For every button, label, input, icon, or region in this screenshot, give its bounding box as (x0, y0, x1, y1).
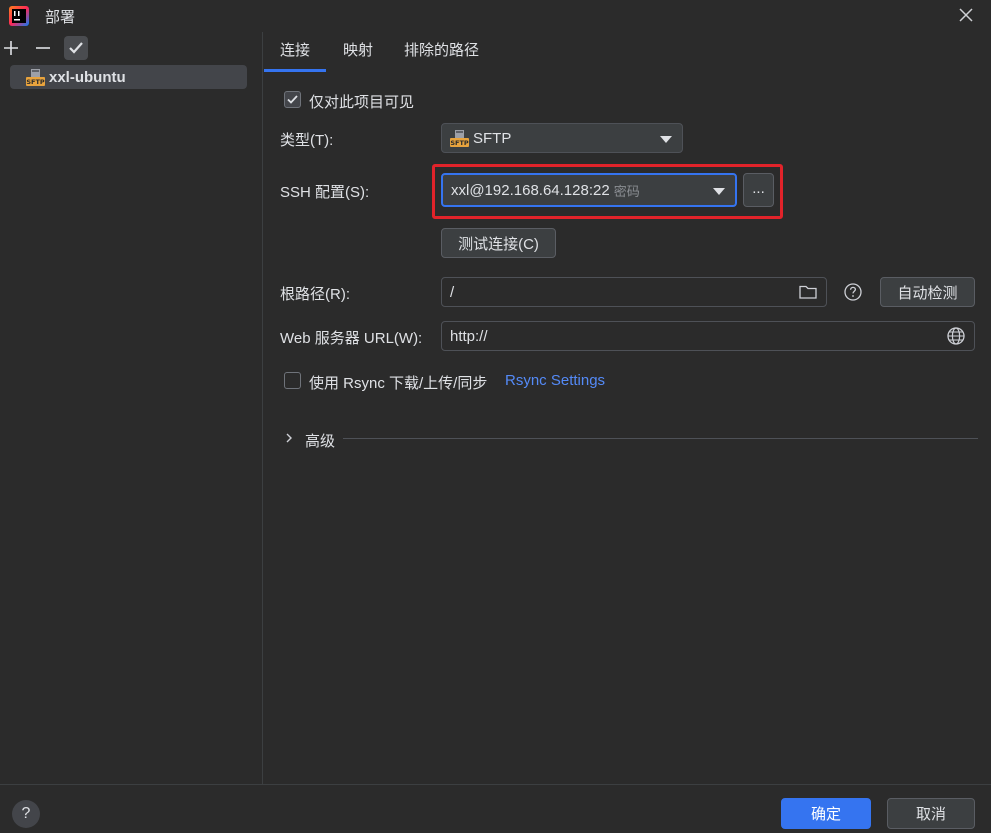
autodetect-button[interactable]: 自动检测 (880, 277, 975, 307)
folder-icon[interactable] (798, 282, 818, 302)
section-divider (343, 438, 978, 439)
chevron-right-icon[interactable] (282, 431, 296, 445)
server-item[interactable]: SFTP xxl-ubuntu (10, 65, 247, 89)
type-label: 类型(T): (280, 132, 334, 149)
ssh-config-value: xxl@192.168.64.128:22 (451, 181, 610, 199)
rsync-label: 使用 Rsync 下载/上传/同步 (309, 375, 488, 392)
window-title: 部署 (45, 9, 76, 26)
tab-mappings[interactable]: 映射 (343, 32, 373, 72)
type-select[interactable]: SFTP SFTP (441, 123, 683, 153)
visible-only-label: 仅对此项目可见 (309, 94, 415, 111)
help-button[interactable]: ? (12, 800, 40, 828)
ssh-config-more-button[interactable]: ... (743, 173, 774, 207)
visible-only-checkbox[interactable] (284, 91, 301, 108)
web-url-value: http:// (450, 327, 488, 345)
svg-text:SFTP: SFTP (450, 139, 469, 147)
type-value: SFTP (473, 129, 512, 147)
close-icon[interactable] (955, 4, 977, 26)
server-name: xxl-ubuntu (49, 68, 126, 86)
root-path-input[interactable]: / (441, 277, 827, 307)
plus-icon[interactable] (0, 36, 23, 60)
minus-icon[interactable] (31, 36, 55, 60)
title-bar: 部署 (0, 0, 991, 32)
ssh-config-hint: 密码 (613, 183, 640, 199)
cancel-button[interactable]: 取消 (887, 798, 975, 829)
globe-icon[interactable] (946, 326, 966, 346)
tab-bar: 连接 映射 排除的路径 (263, 32, 991, 72)
tab-excluded-paths[interactable]: 排除的路径 (404, 32, 479, 72)
root-path-value: / (450, 283, 455, 301)
web-url-label: Web 服务器 URL(W): (280, 330, 423, 347)
rsync-checkbox[interactable] (284, 372, 301, 389)
server-list-panel: SFTP xxl-ubuntu (0, 32, 263, 784)
help-icon[interactable] (843, 282, 863, 302)
ssh-config-select[interactable]: xxl@192.168.64.128:22 密码 (441, 173, 737, 207)
ok-button[interactable]: 确定 (781, 798, 871, 829)
dropdown-arrow-icon (660, 136, 672, 143)
ssh-config-label: SSH 配置(S): (280, 184, 370, 201)
advanced-section-toggle[interactable]: 高级 (305, 430, 335, 451)
tab-connection[interactable]: 连接 (263, 32, 327, 72)
checkmark-icon[interactable] (64, 36, 88, 60)
sftp-icon: SFTP (450, 129, 469, 147)
web-url-input[interactable]: http:// (441, 321, 975, 351)
sftp-icon: SFTP (26, 68, 45, 86)
intellij-icon (9, 6, 29, 26)
rsync-settings-link[interactable]: Rsync Settings (505, 372, 605, 389)
dropdown-arrow-icon (713, 188, 725, 195)
test-connection-button[interactable]: 测试连接(C) (441, 228, 556, 258)
svg-text:SFTP: SFTP (26, 78, 45, 86)
root-path-label: 根路径(R): (280, 286, 350, 303)
